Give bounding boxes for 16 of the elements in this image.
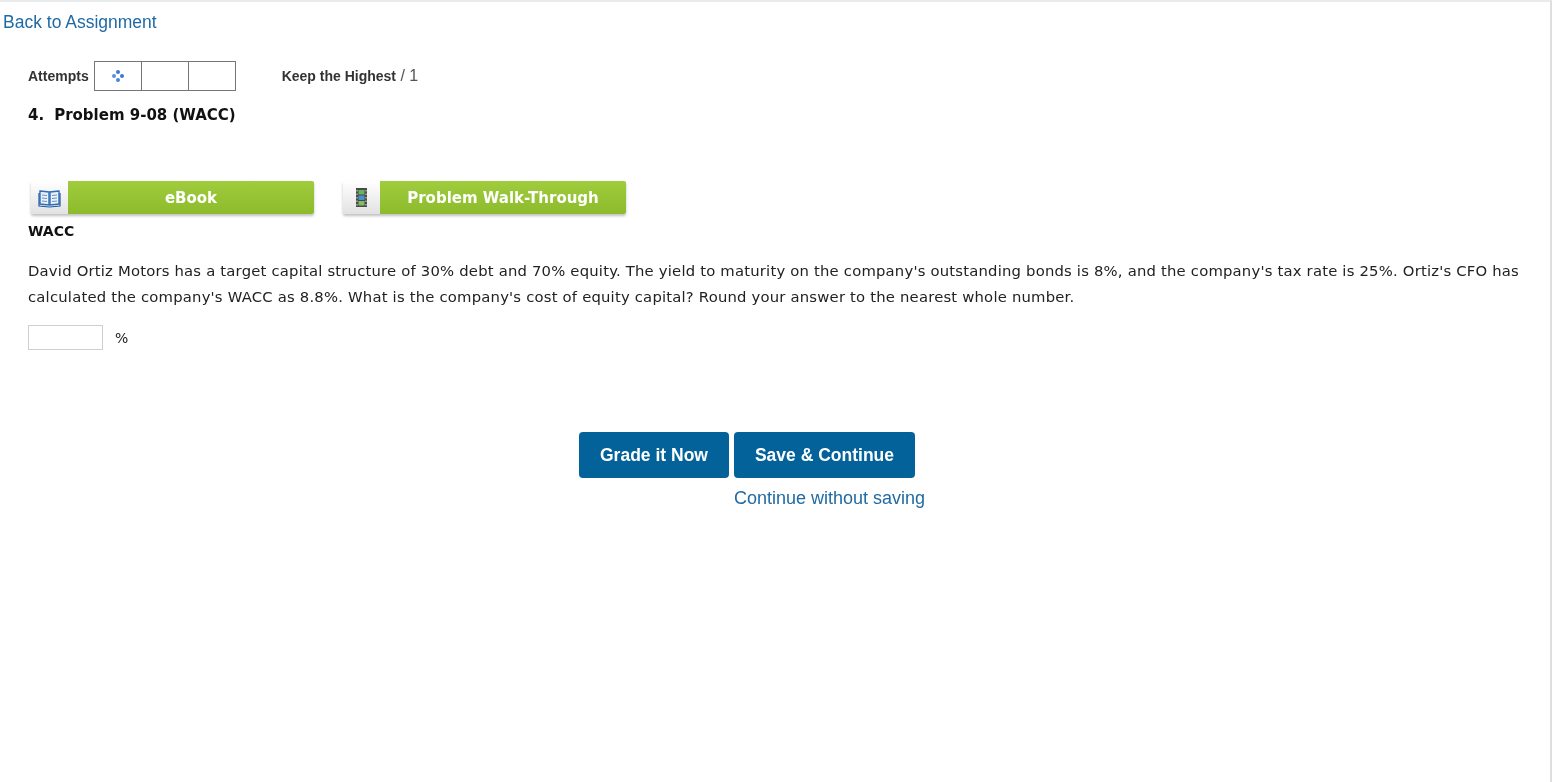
attempts-label: Attempts [28,68,89,84]
continue-without-saving-link[interactable]: Continue without saving [733,486,926,510]
dots-icon [111,70,124,82]
section-heading: WACC [28,222,75,240]
problem-number: 4. [28,106,45,124]
percent-unit: % [115,329,129,346]
attempt-slot [187,61,236,91]
film-strip-icon [343,181,380,214]
back-to-assignment-link[interactable]: Back to Assignment [3,10,157,34]
problem-title: Problem 9-08 (WACC) [54,106,236,124]
grade-button[interactable]: Grade it Now [579,432,729,478]
book-icon [31,181,68,214]
answer-input[interactable] [28,325,103,350]
grading-policy: Keep the Highest / 1 [281,67,419,85]
save-continue-button[interactable]: Save & Continue [733,432,915,478]
question-text: David Ortiz Motors has a target capital structure of 30% debt and 70% equity. The yield to maturity on the company's outstanding bonds is 8%, and the company's tax rate is 25%. Ortiz's CFO has calculated the company's WACC as 8.8%. What is the company's cost of equity capital? Round your answer to the nearest whole number. [28,261,1521,307]
